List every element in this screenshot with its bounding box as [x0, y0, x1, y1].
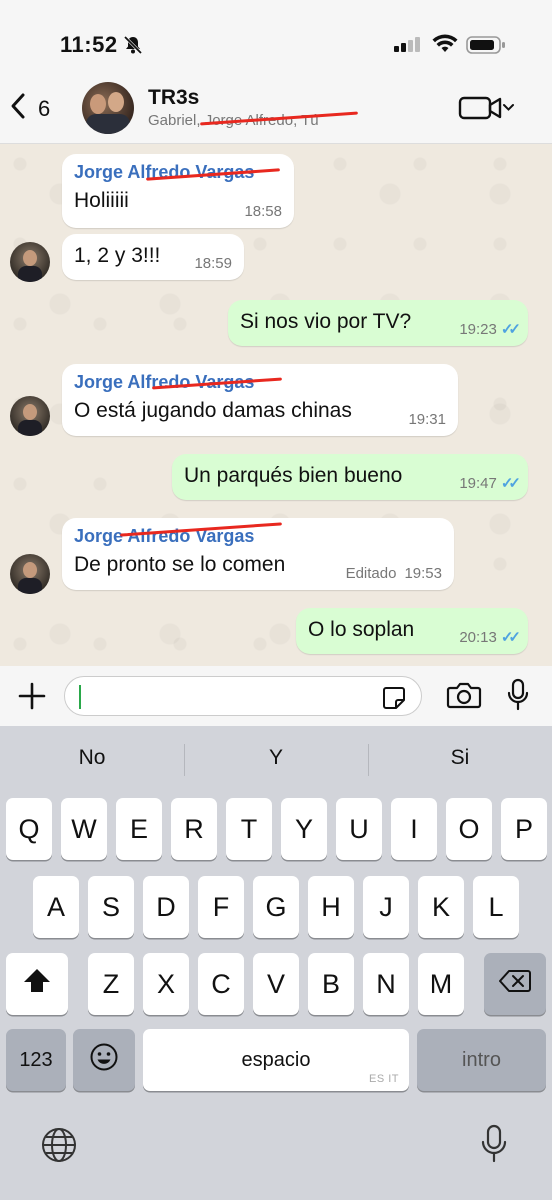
battery-icon	[466, 35, 506, 60]
key-l[interactable]: L	[473, 876, 519, 938]
status-bar: 11:52	[0, 0, 552, 70]
message-time: 19:47	[459, 474, 497, 492]
emoji-key[interactable]	[73, 1029, 135, 1091]
key-w[interactable]: W	[61, 798, 107, 860]
key-x[interactable]: X	[143, 953, 189, 1015]
incoming-message[interactable]: 1, 2 y 3!!! 18:59	[62, 234, 244, 280]
key-v[interactable]: V	[253, 953, 299, 1015]
return-key[interactable]: intro	[417, 1029, 546, 1091]
key-b[interactable]: B	[308, 953, 354, 1015]
shift-key[interactable]	[6, 953, 68, 1015]
space-key-label: espacio	[241, 1048, 311, 1071]
group-avatar[interactable]	[82, 82, 134, 134]
key-a[interactable]: A	[33, 876, 79, 938]
suggestion-item[interactable]: No	[0, 726, 184, 790]
message-time: 19:23	[459, 320, 497, 338]
message-time: 20:13	[459, 628, 497, 646]
message-composer	[0, 666, 552, 726]
globe-icon[interactable]	[40, 1126, 78, 1169]
wifi-icon	[432, 34, 458, 59]
keyboard: No Y Si Q W E R T Y U I O P A S D F G H …	[0, 726, 552, 1200]
message-text: O está jugando damas chinas	[74, 399, 352, 422]
space-key[interactable]: espacio ES IT	[143, 1029, 409, 1091]
key-s[interactable]: S	[88, 876, 134, 938]
language-hint: ES IT	[368, 1073, 399, 1085]
message-time: 18:58	[244, 203, 282, 220]
key-f[interactable]: F	[198, 876, 244, 938]
key-z[interactable]: Z	[88, 953, 134, 1015]
shift-arrow-icon	[22, 967, 52, 1002]
status-time: 11:52	[60, 32, 118, 57]
chevron-left-icon	[10, 92, 26, 125]
message-input[interactable]	[64, 676, 422, 716]
suggestion-item[interactable]: Y	[184, 726, 368, 790]
key-r[interactable]: R	[171, 798, 217, 860]
read-receipt-icon: ✓✓	[500, 475, 521, 492]
key-u[interactable]: U	[336, 798, 382, 860]
edited-label: Editado	[345, 565, 397, 582]
outgoing-message[interactable]: O lo soplan 20:13 ✓✓	[296, 608, 528, 654]
key-n[interactable]: N	[363, 953, 409, 1015]
text-caret	[79, 685, 81, 709]
key-e[interactable]: E	[116, 798, 162, 860]
key-j[interactable]: J	[363, 876, 409, 938]
incoming-message[interactable]: Jorge Alfredo Vargas O está jugando dama…	[62, 364, 458, 436]
key-h[interactable]: H	[308, 876, 354, 938]
camera-icon[interactable]	[446, 680, 482, 715]
key-k[interactable]: K	[418, 876, 464, 938]
suggestion-item[interactable]: Si	[368, 726, 552, 790]
key-m[interactable]: M	[418, 953, 464, 1015]
microphone-icon[interactable]	[506, 678, 530, 717]
sticker-icon[interactable]	[381, 685, 407, 716]
incoming-message[interactable]: Jorge Alfredo Vargas Holiiiii 18:58	[62, 154, 294, 228]
video-call-button[interactable]	[458, 94, 516, 127]
key-d[interactable]: D	[143, 876, 189, 938]
message-time: 19:53	[404, 565, 442, 582]
sender-avatar[interactable]	[10, 554, 50, 594]
sender-name: Jorge Alfredo Vargas	[74, 372, 255, 392]
key-c[interactable]: C	[198, 953, 244, 1015]
back-button[interactable]: 6	[10, 92, 50, 125]
message-time: 19:31	[408, 411, 446, 428]
plus-icon[interactable]	[16, 680, 48, 717]
dictation-microphone-icon[interactable]	[480, 1124, 508, 1169]
key-q[interactable]: Q	[6, 798, 52, 860]
delete-key[interactable]	[484, 953, 546, 1015]
chat-messages[interactable]: Jorge Alfredo Vargas Holiiiii 18:58 1, 2…	[0, 144, 552, 666]
key-y[interactable]: Y	[281, 798, 327, 860]
key-o[interactable]: O	[446, 798, 492, 860]
group-name[interactable]: TR3s	[148, 86, 199, 110]
message-time: 18:59	[194, 255, 232, 272]
chat-header: 6 TR3s Gabriel, Jorge Alfredo, Tú	[0, 70, 552, 144]
unread-count: 6	[38, 95, 51, 121]
key-g[interactable]: G	[253, 876, 299, 938]
key-p[interactable]: P	[501, 798, 547, 860]
read-receipt-icon: ✓✓	[500, 629, 521, 646]
numbers-key[interactable]: 123	[6, 1029, 66, 1091]
key-i[interactable]: I	[391, 798, 437, 860]
backspace-icon	[498, 969, 532, 1000]
read-receipt-icon: ✓✓	[500, 321, 521, 338]
outgoing-message[interactable]: Si nos vio por TV? 19:23 ✓✓	[228, 300, 528, 346]
sender-name: Jorge Alfredo Vargas	[74, 526, 255, 546]
key-t[interactable]: T	[226, 798, 272, 860]
outgoing-message[interactable]: Un parqués bien bueno 19:47 ✓✓	[172, 454, 528, 500]
predictive-suggestions: No Y Si	[0, 726, 552, 790]
incoming-message[interactable]: Jorge Alfredo Vargas De pronto se lo com…	[62, 518, 454, 590]
cellular-signal-icon	[394, 36, 422, 57]
sender-avatar[interactable]	[10, 396, 50, 436]
emoji-icon	[89, 1042, 119, 1079]
bell-muted-icon	[122, 34, 144, 61]
sender-avatar[interactable]	[10, 242, 50, 282]
